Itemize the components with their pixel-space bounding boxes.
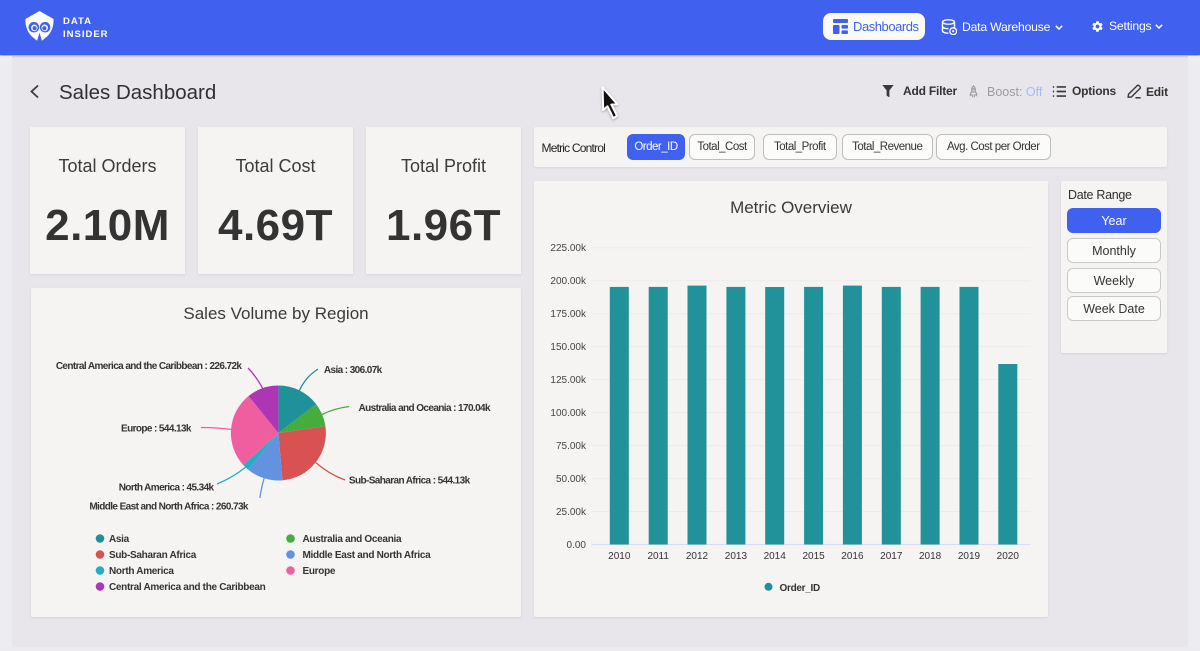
svg-text:2014: 2014 (764, 551, 787, 562)
svg-text:North America: North America (109, 566, 174, 577)
svg-text:100.00k: 100.00k (550, 408, 587, 419)
svg-text:Sub-Saharan Africa : 544.13k: Sub-Saharan Africa : 544.13k (349, 476, 471, 487)
svg-text:2019: 2019 (958, 551, 981, 562)
svg-text:Middle East and North Africa: Middle East and North Africa (303, 550, 432, 561)
svg-text:Sub-Saharan Africa: Sub-Saharan Africa (109, 550, 197, 561)
svg-text:North America : 45.34k: North America : 45.34k (119, 483, 215, 494)
svg-text:2013: 2013 (725, 551, 748, 562)
svg-text:Asia : 306.07k: Asia : 306.07k (324, 365, 383, 376)
svg-text:Europe : 544.13k: Europe : 544.13k (121, 424, 192, 435)
svg-text:2012: 2012 (686, 551, 709, 562)
svg-text:Central America and the Caribb: Central America and the Caribbean (109, 582, 266, 593)
svg-text:Australia and Oceania: Australia and Oceania (303, 534, 402, 545)
svg-text:0.00: 0.00 (567, 540, 587, 551)
svg-text:Sales Volume by Region: Sales Volume by Region (183, 304, 368, 323)
svg-text:2020: 2020 (997, 551, 1020, 562)
svg-text:Order_ID: Order_ID (780, 583, 820, 594)
svg-text:225.00k: 225.00k (550, 243, 587, 254)
svg-text:125.00k: 125.00k (550, 375, 587, 386)
svg-text:Central America and the Caribb: Central America and the Caribbean : 226.… (56, 361, 243, 372)
svg-text:150.00k: 150.00k (550, 342, 587, 353)
svg-text:2017: 2017 (880, 551, 903, 562)
svg-text:200.00k: 200.00k (550, 276, 587, 287)
svg-text:75.00k: 75.00k (556, 441, 587, 452)
svg-text:Middle East and North Africa :: Middle East and North Africa : 260.73k (89, 502, 249, 513)
svg-text:175.00k: 175.00k (550, 309, 587, 320)
svg-text:Asia: Asia (109, 534, 130, 545)
svg-text:2010: 2010 (608, 551, 631, 562)
svg-text:2016: 2016 (841, 551, 864, 562)
svg-text:2015: 2015 (802, 551, 825, 562)
svg-text:25.00k: 25.00k (556, 507, 587, 518)
svg-text:Australia and Oceania : 170.04: Australia and Oceania : 170.04k (359, 403, 492, 414)
svg-text:2018: 2018 (919, 551, 942, 562)
svg-text:Metric Overview: Metric Overview (730, 198, 853, 217)
svg-text:2011: 2011 (647, 551, 669, 562)
svg-text:50.00k: 50.00k (556, 474, 587, 485)
svg-text:Europe: Europe (303, 566, 336, 577)
